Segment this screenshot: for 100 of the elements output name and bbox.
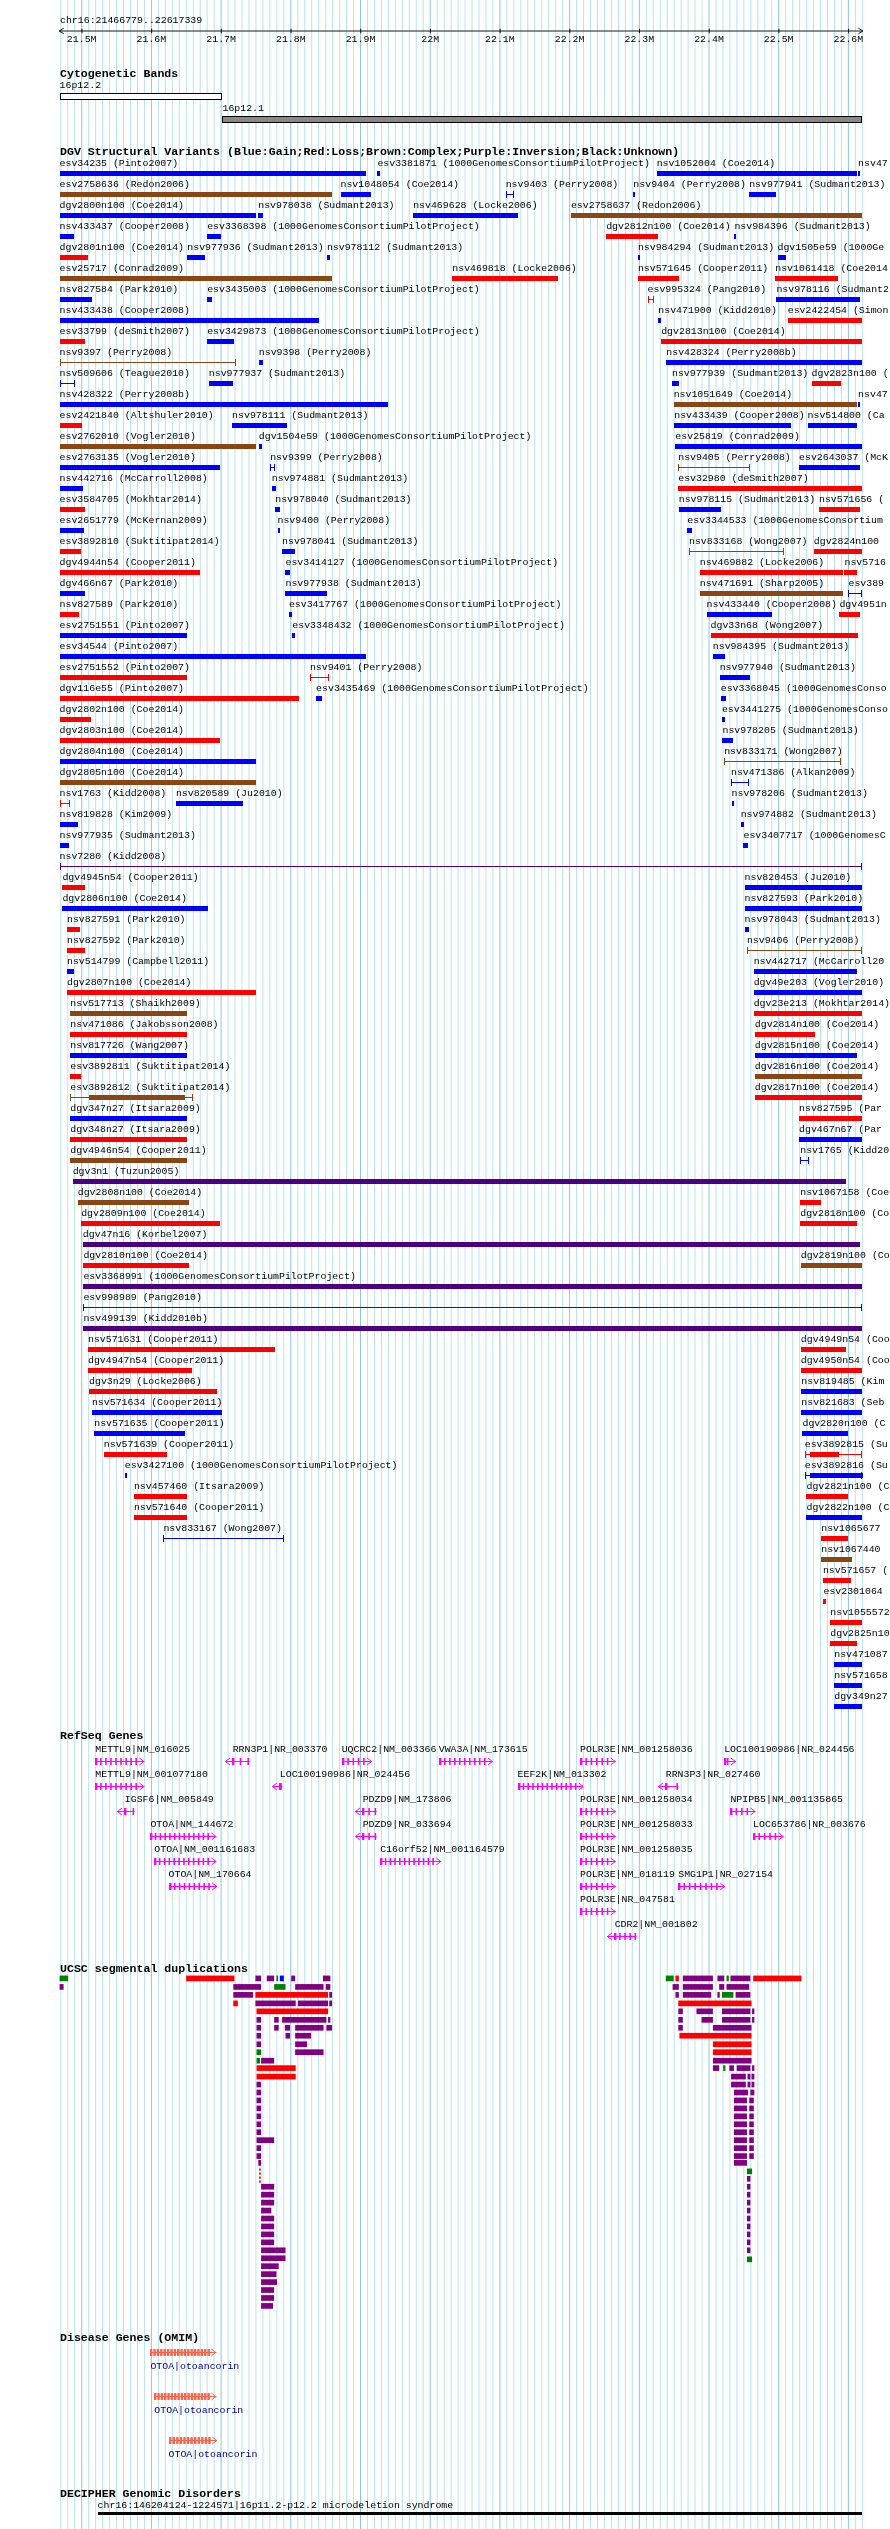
gene-label[interactable]: OTOA|NM_144672 bbox=[150, 1819, 234, 1831]
gene-label[interactable]: OTOA|NM_170664 bbox=[168, 1869, 252, 1881]
gene-label[interactable]: SMG1P1|NR_027154 bbox=[678, 1869, 774, 1881]
variant-label: nsv1065677 bbox=[821, 1523, 881, 1535]
gene-label[interactable]: IGSF6|NM_005849 bbox=[124, 1794, 214, 1806]
variant-label: dgv4944n54 (Cooper2011) bbox=[59, 557, 196, 569]
gene-label[interactable]: POLR3E|NM_001258036 bbox=[580, 1744, 693, 1756]
variant-label: nsv833168 (Wong2007) bbox=[689, 536, 808, 548]
gene-label[interactable]: PDZD9|NR_033694 bbox=[362, 1819, 452, 1831]
variant-label: nsv442717 (McCarroll20 bbox=[753, 956, 885, 968]
variant-label: nsv469818 (Locke2006) bbox=[452, 263, 577, 275]
variant-label: nsv978205 (Sudmant2013) bbox=[722, 725, 859, 737]
gene-label[interactable]: CDR2|NM_001802 bbox=[614, 1919, 698, 1931]
gene-label[interactable]: METTL9|NM_016025 bbox=[95, 1744, 191, 1756]
gene-model bbox=[95, 1782, 145, 1791]
gene-label[interactable]: UQCRC2|NM_003366 bbox=[341, 1744, 437, 1756]
variant-label: dgv2808n100 (Coe2014) bbox=[77, 1187, 203, 1199]
variant-label: esv3892810 (Suktitipat2014) bbox=[59, 536, 220, 548]
tick-label: 21.5M bbox=[66, 34, 97, 46]
gene-label[interactable]: POLR3E|NM_001258034 bbox=[580, 1794, 693, 1806]
variant-label: nsv819828 (Kim2009) bbox=[59, 809, 173, 821]
variant-label: dgv2803n100 (Coe2014) bbox=[59, 725, 185, 737]
variant-label: nsv571639 (Cooper2011) bbox=[103, 1439, 235, 1451]
gene-label[interactable]: LOC100190986|NR_024456 bbox=[279, 1769, 411, 1781]
gene-label[interactable]: NPIPB5|NM_001135865 bbox=[730, 1794, 843, 1806]
gene-label[interactable]: METTL9|NM_001077180 bbox=[95, 1769, 208, 1781]
variant-label: esv2422454 (Simon bbox=[787, 305, 889, 317]
gene-label[interactable]: POLR3E|NM_001258033 bbox=[580, 1819, 693, 1831]
gene-label[interactable]: LOC100190986|NR_024456 bbox=[724, 1744, 855, 1756]
track-title: Disease Genes (OMIM) bbox=[60, 2331, 200, 2344]
variant-label: nsv978116 (Sudmant2 bbox=[776, 284, 889, 296]
gene-label[interactable]: VWA3A|NM_173615 bbox=[438, 1744, 528, 1756]
variant-label: dgv467n67 (Par bbox=[799, 1124, 883, 1136]
variant-label: esv998989 (Pang2010) bbox=[83, 1292, 202, 1304]
variant-label: dgv4947n54 (Cooper2011) bbox=[87, 1355, 225, 1367]
variant-label: dgv4946n54 (Cooper2011) bbox=[70, 1145, 207, 1157]
tick-label: 22.5M bbox=[763, 34, 794, 46]
gene-label[interactable]: LOC653786|NR_003676 bbox=[753, 1819, 866, 1831]
variant-label: nsv978038 (Sudmant2013) bbox=[258, 200, 395, 212]
variant-label: dgv1504e59 (1000GenomesConsortiumPilotProject) bbox=[258, 431, 532, 443]
variant-label: esv2643037 (McK bbox=[799, 452, 888, 464]
variant-label: nsv433438 (Cooper2008) bbox=[59, 305, 190, 317]
variant-label: esv33799 (deSmith2007) bbox=[59, 326, 190, 338]
variant-label: nsv827591 (Park2010) bbox=[66, 914, 186, 926]
variant-label: nsv9405 (Perry2008) bbox=[678, 452, 791, 464]
variant-label: nsv5716 bbox=[844, 557, 886, 569]
variant-label: dgv2815n100 (Coe2014) bbox=[754, 1040, 880, 1052]
variant-label: esv3368398 (1000GenomesConsortiumPilotProject) bbox=[207, 221, 480, 233]
variant-label: nsv571645 (Cooper2011) bbox=[637, 263, 769, 275]
track-title: UCSC segmental duplications bbox=[60, 1963, 248, 1975]
gene-label[interactable]: C16orf52|NM_001164579 bbox=[380, 1844, 505, 1856]
variant-label: nsv1052004 (Coe2014) bbox=[656, 158, 776, 170]
variant-label: nsv1067440 bbox=[821, 1544, 881, 1556]
variant-label: nsv428322 (Perry2008b) bbox=[59, 389, 190, 401]
gene-model bbox=[168, 1882, 217, 1891]
variant-label: nsv428324 (Perry2008b) bbox=[666, 347, 797, 359]
variant-label: esv995324 (Pang2010) bbox=[647, 284, 767, 296]
variant-label: esv2751552 (Pinto2007) bbox=[59, 662, 190, 674]
variant-label: dgv2814n100 (Coe2014) bbox=[754, 1019, 880, 1031]
track-title: DGV Structural Variants (Blue:Gain;Red:Loss;Brown:Complex;Purple:Inversion;Black:Unknown) bbox=[60, 145, 680, 158]
tick-label: 21.7M bbox=[206, 34, 236, 46]
gene-label[interactable]: OTOA|NM_001161683 bbox=[154, 1844, 256, 1856]
gene-label[interactable]: PDZD9|NM_173806 bbox=[362, 1794, 452, 1806]
variant-label: dgv2822n100 (C bbox=[806, 1502, 890, 1514]
variant-label: nsv1048054 (Coe2014) bbox=[340, 179, 460, 191]
variant-label: dgv2804n100 (Coe2014) bbox=[59, 746, 185, 758]
track-title: Cytogenetic Bands bbox=[60, 67, 179, 80]
gene-label[interactable]: POLR3E|NR_047581 bbox=[580, 1894, 675, 1906]
variant-label: nsv978115 (Sudmant2013) bbox=[678, 494, 816, 506]
variant-label: nsv833171 (Wong2007) bbox=[724, 746, 843, 758]
variant-label: nsv471086 (Jakobsson2008) bbox=[70, 1019, 219, 1031]
variant-label: nsv833167 (Wong2007) bbox=[163, 1523, 282, 1535]
variant-label: esv2651779 (McKernan2009) bbox=[59, 515, 208, 527]
gene-label[interactable]: RRN3P3|NR_027460 bbox=[665, 1769, 761, 1781]
gene-model bbox=[580, 1832, 616, 1841]
variant-label: nsv7280 (Kidd2008) bbox=[59, 851, 167, 863]
variant-label: dgv3n29 (Locke2006) bbox=[89, 1376, 202, 1388]
variant-label: nsv977938 (Sudmant2013) bbox=[285, 578, 422, 590]
gene-model bbox=[580, 1882, 616, 1891]
variant-label: nsv514800 (Ca bbox=[807, 410, 885, 422]
disease-gene-link[interactable]: OTOA|otoancorin bbox=[150, 2361, 240, 2373]
variant-label: nsv978043 (Sudmant2013) bbox=[744, 914, 881, 926]
disorder-label[interactable]: chr16:146204124-1224571|16p11.2-p12.2 microdeletion syndrome bbox=[97, 2500, 454, 2511]
gene-label[interactable]: EEF2K|NM_013302 bbox=[517, 1769, 607, 1781]
gene-label[interactable]: POLR3E|NM_001258035 bbox=[580, 1844, 693, 1856]
variant-label: nsv499139 (Kidd2010b) bbox=[83, 1313, 208, 1325]
variant-label: dgv2806n100 (Coe2014) bbox=[62, 893, 187, 905]
variant-label: dgv2820n100 (C bbox=[802, 1418, 886, 1430]
gene-label[interactable]: RRN3P1|NR_003370 bbox=[232, 1744, 328, 1756]
variant-label: dgv2824n100 bbox=[813, 536, 880, 548]
variant-label: dgv2807n100 (Coe2014) bbox=[66, 977, 192, 989]
disease-gene-link[interactable]: OTOA|otoancorin bbox=[168, 2449, 258, 2461]
tick-label: 22.2M bbox=[554, 34, 585, 46]
disease-gene-link[interactable]: OTOA|otoancorin bbox=[154, 2405, 244, 2417]
variant-label: nsv9399 (Perry2008) bbox=[270, 452, 383, 464]
variant-label: nsv1061418 (Coe2014 bbox=[775, 263, 888, 275]
variant-label: nsv820453 (Ju2010) bbox=[744, 872, 852, 884]
gene-label[interactable]: POLR3E|NM_018119 bbox=[580, 1869, 675, 1881]
gene-model bbox=[272, 1782, 283, 1791]
variant-label: dgv2810n100 (Coe2014) bbox=[83, 1250, 208, 1262]
